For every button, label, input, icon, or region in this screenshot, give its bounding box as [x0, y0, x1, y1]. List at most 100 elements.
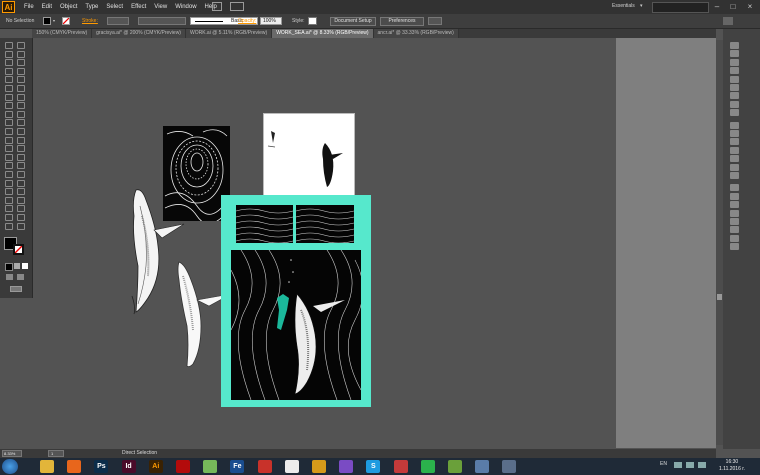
panel-toggle-icon[interactable]: [730, 121, 739, 129]
start-button-icon[interactable]: [2, 459, 18, 474]
acrobat-icon[interactable]: [176, 460, 190, 473]
menu-effect[interactable]: Effect: [127, 0, 150, 14]
tool-button-icon[interactable]: [5, 42, 13, 49]
tool-button-icon[interactable]: [17, 136, 25, 144]
tool-button-icon[interactable]: [5, 153, 13, 161]
tray-volume-icon[interactable]: [698, 462, 706, 468]
scrollbar-thumb[interactable]: [717, 294, 722, 300]
panel-toggle-icon[interactable]: [730, 155, 739, 163]
tool-button-icon[interactable]: [5, 214, 13, 221]
draw-inside-icon[interactable]: [17, 274, 24, 280]
tool-button-icon[interactable]: [17, 42, 25, 49]
system-clock[interactable]: 16:30 1.11.2016 г.: [719, 459, 745, 473]
opacity-field[interactable]: 100%: [260, 17, 282, 25]
panel-toggle-icon[interactable]: [730, 109, 739, 117]
menu-edit[interactable]: Edit: [38, 0, 56, 14]
menu-view[interactable]: View: [150, 0, 171, 14]
preferences-button[interactable]: Preferences: [380, 17, 424, 26]
menu-select[interactable]: Select: [102, 0, 127, 14]
panel-toggle-icon[interactable]: [730, 100, 739, 108]
pattern-icon[interactable]: [203, 460, 218, 473]
panel-toggle-icon[interactable]: [730, 58, 739, 66]
gradient-mode-icon[interactable]: [14, 263, 20, 269]
panel-toggle-icon[interactable]: [730, 192, 739, 200]
tool-button-icon[interactable]: [5, 222, 13, 230]
color-mode-icon[interactable]: [5, 263, 13, 271]
document-icon[interactable]: [284, 460, 299, 473]
tool-button-icon[interactable]: [5, 59, 13, 67]
language-indicator[interactable]: EN: [660, 461, 667, 467]
tool-button-icon[interactable]: [17, 50, 25, 58]
tool-button-icon[interactable]: [5, 110, 13, 118]
panel-toggle-icon[interactable]: [730, 201, 739, 209]
photos-icon[interactable]: [393, 460, 408, 473]
chevron-down-icon[interactable]: ▾: [53, 18, 55, 23]
tool-button-icon[interactable]: [17, 222, 25, 230]
tool-button-icon[interactable]: [17, 214, 25, 221]
tool-button-icon[interactable]: [5, 136, 13, 144]
indesign-icon[interactable]: Id: [121, 460, 136, 473]
skype-icon[interactable]: S: [366, 460, 381, 473]
stroke-swatch[interactable]: [62, 17, 70, 25]
winamp-icon[interactable]: [312, 460, 326, 473]
draw-mode-icon[interactable]: [6, 274, 13, 280]
panel-toggle-icon[interactable]: [730, 209, 739, 217]
tool-button-icon[interactable]: [5, 93, 13, 101]
document-tab[interactable]: WORK.ai @ 5.11% (RGB/Preview): [185, 29, 273, 38]
search-input[interactable]: [652, 2, 709, 13]
arrange-documents-icon[interactable]: [230, 2, 244, 11]
whale-sketch-artboard[interactable]: [263, 113, 355, 196]
tool-button-icon[interactable]: [5, 162, 13, 170]
zoom-level-field[interactable]: 8.33%: [2, 450, 22, 457]
tool-button-icon[interactable]: [5, 102, 13, 110]
stroke-label[interactable]: Stroke:: [82, 18, 98, 24]
fill-swatch[interactable]: [43, 17, 51, 25]
menu-file[interactable]: File: [20, 0, 38, 14]
tool-button-icon[interactable]: [5, 85, 13, 92]
document-setup-button[interactable]: Document Setup: [330, 17, 376, 26]
media-icon[interactable]: [448, 460, 462, 473]
tool-button-icon[interactable]: [5, 50, 13, 58]
tool-button-icon[interactable]: [5, 128, 13, 135]
panel-toggle-icon[interactable]: [730, 218, 739, 225]
folder-icon[interactable]: [40, 460, 54, 473]
bridge-icon[interactable]: [212, 2, 222, 11]
menu-window[interactable]: Window: [171, 0, 200, 14]
maximize-icon[interactable]: □: [728, 2, 738, 11]
menu-object[interactable]: Object: [56, 0, 81, 14]
monitor-icon[interactable]: [475, 460, 490, 473]
panel-toggle-icon[interactable]: [730, 138, 739, 146]
tool-button-icon[interactable]: [17, 110, 25, 118]
document-tab[interactable]: WORK_SEA.ai* @ 8.33% (RGB/Preview): [272, 29, 374, 38]
panel-toggle-icon[interactable]: [730, 130, 739, 137]
firefox-icon[interactable]: [67, 460, 82, 473]
variable-width-profile[interactable]: [138, 17, 186, 25]
panel-menu-icon[interactable]: [723, 17, 733, 25]
tool-button-icon[interactable]: [5, 76, 13, 84]
document-tab[interactable]: ancr.ai* @ 33.33% (RGB/Preview): [373, 29, 459, 38]
tool-button-icon[interactable]: [5, 196, 13, 204]
photoshop-icon[interactable]: Ps: [94, 460, 109, 473]
tool-button-icon[interactable]: [17, 59, 25, 67]
stroke-color-swatch[interactable]: [13, 244, 24, 255]
panel-toggle-icon[interactable]: [730, 84, 739, 91]
panel-toggle-icon[interactable]: [730, 243, 739, 251]
panel-toggle-icon[interactable]: [730, 226, 739, 234]
tool-button-icon[interactable]: [17, 171, 25, 178]
panel-toggle-icon[interactable]: [730, 172, 739, 179]
stroke-weight-field[interactable]: [107, 17, 129, 25]
graphic-style-swatch[interactable]: [308, 17, 317, 25]
panel-toggle-icon[interactable]: [730, 50, 739, 58]
workspace-switcher[interactable]: Essentials: [612, 3, 635, 9]
panel-toggle-icon[interactable]: [730, 75, 739, 83]
viber-icon[interactable]: [339, 460, 354, 473]
artboard-navigation-field[interactable]: 1: [48, 450, 64, 457]
chevron-down-icon[interactable]: ▾: [640, 3, 643, 9]
none-mode-icon[interactable]: [22, 263, 28, 269]
tool-button-icon[interactable]: [5, 119, 13, 127]
tool-button-icon[interactable]: [17, 85, 25, 92]
tool-button-icon[interactable]: [5, 67, 13, 75]
close-icon[interactable]: ×: [745, 2, 755, 11]
tool-button-icon[interactable]: [5, 205, 13, 213]
tool-button-icon[interactable]: [17, 188, 25, 196]
